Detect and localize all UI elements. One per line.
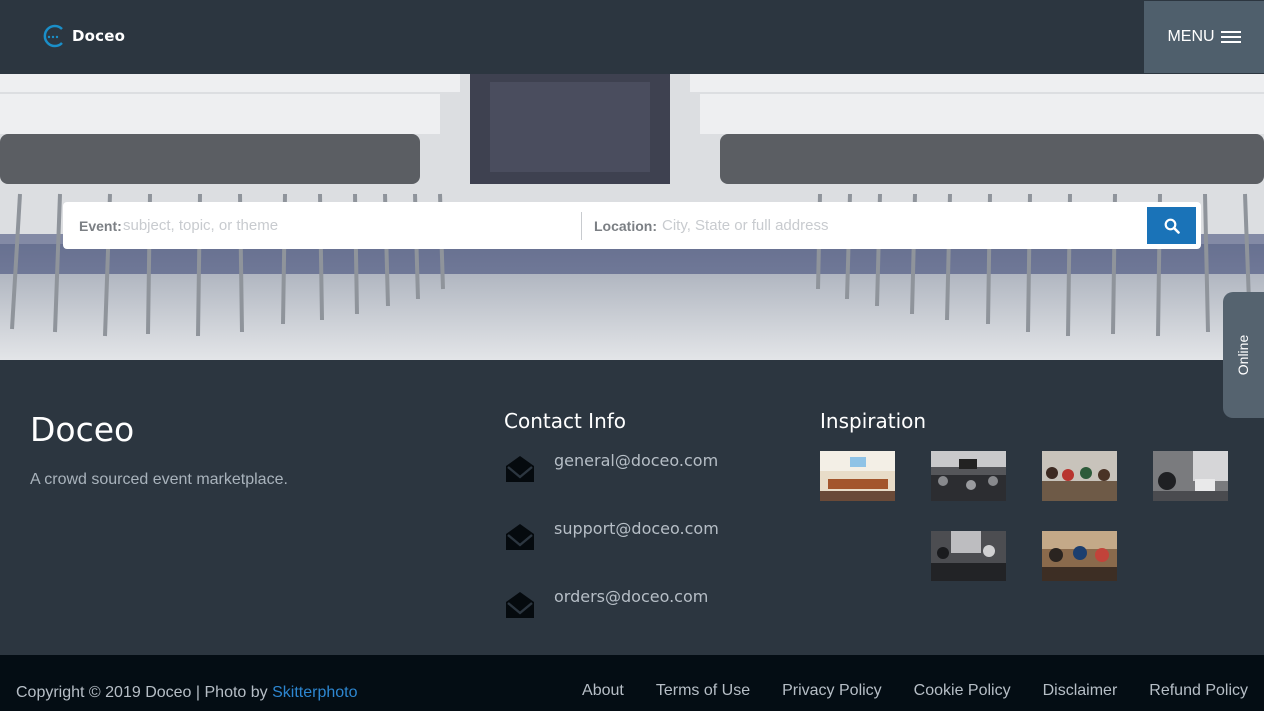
envelope-icon [506, 592, 534, 618]
thumbnail-image [1042, 531, 1117, 581]
inspiration-thumbnail[interactable] [931, 451, 1006, 501]
envelope-icon [506, 524, 534, 550]
thumbnail-image [931, 531, 1006, 581]
contact-item: orders@doceo.com [504, 587, 708, 620]
menu-label: MENU [1167, 28, 1215, 45]
bottom-bar: Copyright © 2019 Doceo | Photo by Skitte… [0, 655, 1264, 711]
thumbnail-image [1153, 451, 1228, 501]
footer-link-privacy[interactable]: Privacy Policy [782, 682, 882, 700]
thumbnail-image [1042, 451, 1117, 501]
event-label: Event: [79, 217, 122, 234]
footer-link-disclaimer[interactable]: Disclaimer [1043, 682, 1118, 700]
thumbnail-image [931, 451, 1006, 501]
inspiration-thumbnail[interactable] [931, 531, 1006, 581]
copyright-text: Copyright © 2019 Doceo | Photo by Skitte… [16, 684, 357, 702]
online-tab[interactable]: Online [1223, 292, 1264, 418]
contact-email-orders[interactable]: orders@doceo.com [554, 587, 708, 606]
contact-email-general[interactable]: general@doceo.com [554, 451, 718, 470]
inspiration-thumbnail[interactable] [1153, 451, 1228, 501]
logo-icon [43, 24, 63, 48]
footer-nav: About Terms of Use Privacy Policy Cookie… [582, 682, 1248, 700]
search-icon [1164, 218, 1180, 234]
event-input[interactable] [123, 217, 578, 234]
thumbnail-image [820, 451, 895, 501]
location-label: Location: [594, 217, 657, 234]
contact-item: support@doceo.com [504, 519, 719, 552]
hero-banner: Event: Location: [0, 74, 1264, 360]
inspiration-title: Inspiration [820, 409, 927, 433]
online-tab-label: Online [1235, 334, 1252, 376]
footer-link-terms[interactable]: Terms of Use [656, 682, 750, 700]
contact-info-title: Contact Info [504, 409, 627, 433]
footer-tagline: A crowd sourced event marketplace. [30, 471, 288, 488]
footer-link-cookie[interactable]: Cookie Policy [914, 682, 1011, 700]
contact-email-support[interactable]: support@doceo.com [554, 519, 719, 538]
inspiration-thumbnail[interactable] [820, 451, 895, 501]
footer-link-refund[interactable]: Refund Policy [1149, 682, 1248, 700]
copyright-prefix: Copyright © 2019 Doceo | Photo by [16, 684, 273, 701]
search-button[interactable] [1147, 207, 1196, 244]
site-header: Doceo MENU [0, 0, 1264, 74]
location-input[interactable] [662, 217, 1117, 234]
menu-button[interactable]: MENU [1144, 1, 1264, 73]
search-bar: Event: Location: [63, 202, 1201, 249]
hamburger-icon [1220, 31, 1241, 43]
inspiration-thumbnail[interactable] [1042, 451, 1117, 501]
envelope-icon [506, 456, 534, 482]
footer-link-about[interactable]: About [582, 682, 624, 700]
footer-brand-title: Doceo [30, 410, 135, 449]
contact-item: general@doceo.com [504, 451, 718, 484]
inspiration-thumbnail[interactable] [1042, 531, 1117, 581]
logo[interactable]: Doceo [40, 24, 125, 48]
photo-credit-link[interactable]: Skitterphoto [272, 684, 357, 701]
logo-text: Doceo [72, 27, 126, 45]
